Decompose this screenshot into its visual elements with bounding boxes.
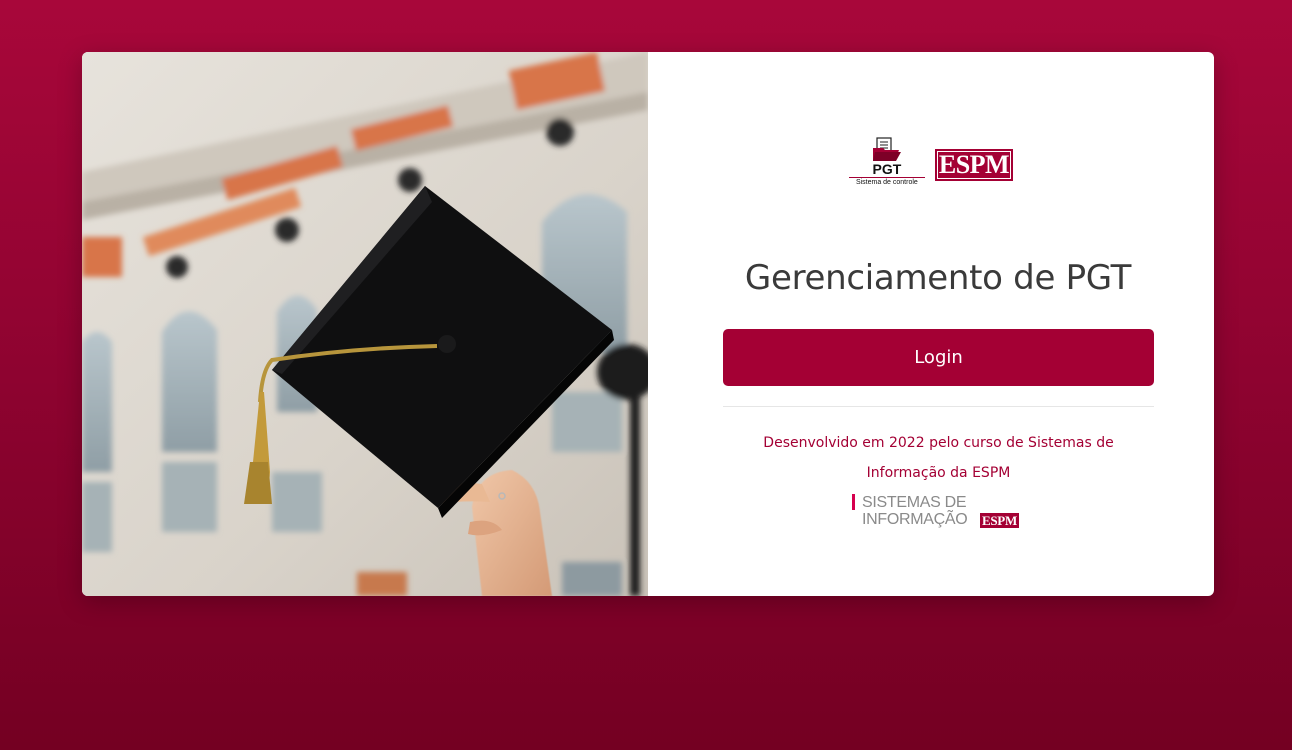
graduation-photo [82, 52, 648, 596]
divider [723, 406, 1154, 407]
hero-image [82, 52, 648, 596]
si-logo-bar [852, 494, 855, 510]
pgt-logo-title: PGT [872, 161, 902, 177]
si-logo-espm: ESPM [980, 513, 1019, 528]
page-title: Gerenciamento de PGT [744, 258, 1132, 298]
logo-row: PGT Sistema de controle ESPM [648, 136, 1214, 188]
pgt-logo: PGT Sistema de controle [848, 136, 925, 188]
login-panel: PGT Sistema de controle ESPM Gerenciamen… [648, 52, 1214, 596]
login-card: PGT Sistema de controle ESPM Gerenciamen… [82, 52, 1214, 596]
si-logo-line1: SISTEMAS DE [862, 494, 967, 511]
pgt-logo-subtitle: Sistema de controle [848, 177, 925, 187]
sistemas-informacao-logo: SISTEMAS DE INFORMAÇÃO ESPM [852, 494, 1032, 530]
footer-credit: Desenvolvido em 2022 pelo curso de Siste… [763, 435, 1114, 481]
folder-document-icon [872, 137, 901, 161]
espm-logo: ESPM [934, 149, 1014, 181]
si-logo-line2: INFORMAÇÃO [862, 511, 968, 528]
login-button[interactable]: Login [723, 329, 1154, 386]
